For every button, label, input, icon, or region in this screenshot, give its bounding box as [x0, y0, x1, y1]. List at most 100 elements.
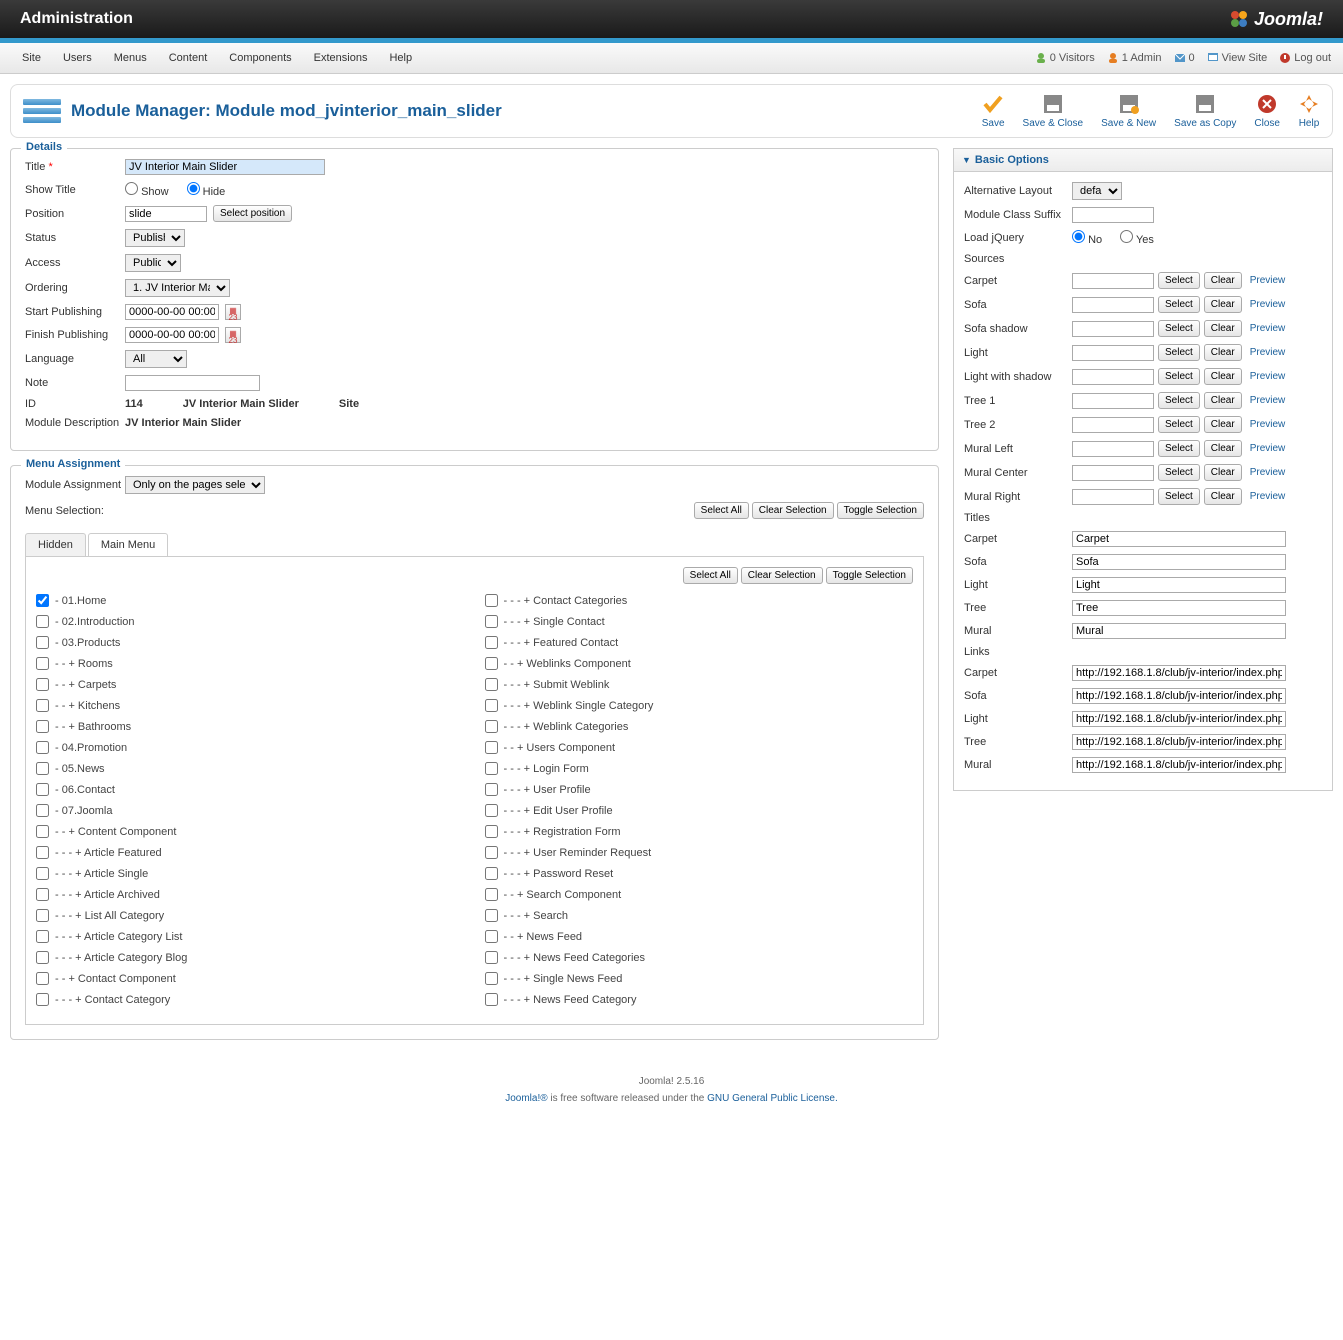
preview-link[interactable]: Preview: [1250, 299, 1286, 310]
menu-help[interactable]: Help: [379, 48, 422, 68]
footer-joomla-link[interactable]: Joomla!®: [505, 1093, 547, 1104]
link-input[interactable]: [1072, 734, 1286, 750]
link-input[interactable]: [1072, 665, 1286, 681]
clear-button[interactable]: Clear: [1204, 344, 1242, 361]
save-new-button[interactable]: Save & New: [1101, 93, 1156, 129]
menu-item-checkbox[interactable]: - - - + Password Reset: [485, 867, 914, 880]
preview-link[interactable]: Preview: [1250, 467, 1286, 478]
menu-item-checkbox[interactable]: - - - + Article Single: [36, 867, 465, 880]
menu-item-checkbox[interactable]: - - - + News Feed Categories: [485, 951, 914, 964]
title-text-input[interactable]: [1072, 577, 1286, 593]
toggle-selection-button[interactable]: Toggle Selection: [837, 502, 924, 519]
suffix-input[interactable]: [1072, 207, 1154, 223]
inner-select-all-button[interactable]: Select All: [683, 567, 738, 584]
accordion-header[interactable]: ▼ Basic Options: [954, 149, 1332, 172]
clear-button[interactable]: Clear: [1204, 272, 1242, 289]
access-select[interactable]: Public: [125, 254, 181, 272]
menu-item-checkbox[interactable]: - - + Carpets: [36, 678, 465, 691]
logout-link[interactable]: Log out: [1279, 52, 1331, 64]
menu-item-checkbox[interactable]: - 02.Introduction: [36, 615, 465, 628]
menu-components[interactable]: Components: [219, 48, 301, 68]
preview-link[interactable]: Preview: [1250, 275, 1286, 286]
menu-item-checkbox[interactable]: - 05.News: [36, 762, 465, 775]
menu-item-checkbox[interactable]: - - + Content Component: [36, 825, 465, 838]
menu-item-checkbox[interactable]: - - - + Weblink Single Category: [485, 699, 914, 712]
menu-item-checkbox[interactable]: - - - + Weblink Categories: [485, 720, 914, 733]
loadjq-no-radio[interactable]: No: [1072, 230, 1102, 246]
menu-item-checkbox[interactable]: - - + Bathrooms: [36, 720, 465, 733]
source-input[interactable]: [1072, 369, 1154, 385]
select-button[interactable]: Select: [1158, 440, 1200, 457]
clear-button[interactable]: Clear: [1204, 440, 1242, 457]
menu-extensions[interactable]: Extensions: [304, 48, 378, 68]
clear-button[interactable]: Clear: [1204, 464, 1242, 481]
save-copy-button[interactable]: Save as Copy: [1174, 93, 1236, 129]
menu-content[interactable]: Content: [159, 48, 218, 68]
note-input[interactable]: [125, 375, 260, 391]
title-text-input[interactable]: [1072, 600, 1286, 616]
messages-status[interactable]: 0: [1174, 52, 1195, 64]
menu-item-checkbox[interactable]: - - - + Single News Feed: [485, 972, 914, 985]
menu-item-checkbox[interactable]: - - + Contact Component: [36, 972, 465, 985]
loadjq-yes-radio[interactable]: Yes: [1120, 230, 1154, 246]
tab-hidden[interactable]: Hidden: [25, 533, 86, 556]
select-button[interactable]: Select: [1158, 488, 1200, 505]
link-input[interactable]: [1072, 688, 1286, 704]
clear-button[interactable]: Clear: [1204, 416, 1242, 433]
menu-item-checkbox[interactable]: - 03.Products: [36, 636, 465, 649]
close-button[interactable]: Close: [1254, 93, 1280, 129]
menu-item-checkbox[interactable]: - - + Weblinks Component: [485, 657, 914, 670]
menu-item-checkbox[interactable]: - - + Rooms: [36, 657, 465, 670]
menu-item-checkbox[interactable]: - - - + User Profile: [485, 783, 914, 796]
ordering-select[interactable]: 1. JV Interior Main Slider: [125, 279, 230, 297]
select-button[interactable]: Select: [1158, 296, 1200, 313]
menu-item-checkbox[interactable]: - - + News Feed: [485, 930, 914, 943]
help-button[interactable]: Help: [1298, 93, 1320, 129]
select-button[interactable]: Select: [1158, 320, 1200, 337]
menu-item-checkbox[interactable]: - 07.Joomla: [36, 804, 465, 817]
footer-license-link[interactable]: GNU General Public License.: [707, 1093, 838, 1104]
source-input[interactable]: [1072, 393, 1154, 409]
clear-button[interactable]: Clear: [1204, 392, 1242, 409]
position-input[interactable]: [125, 206, 207, 222]
select-button[interactable]: Select: [1158, 344, 1200, 361]
status-select[interactable]: Published: [125, 229, 185, 247]
title-input[interactable]: [125, 159, 325, 175]
clear-button[interactable]: Clear: [1204, 368, 1242, 385]
select-button[interactable]: Select: [1158, 368, 1200, 385]
inner-toggle-selection-button[interactable]: Toggle Selection: [826, 567, 913, 584]
title-text-input[interactable]: [1072, 554, 1286, 570]
inner-clear-selection-button[interactable]: Clear Selection: [741, 567, 823, 584]
menu-item-checkbox[interactable]: - - - + Single Contact: [485, 615, 914, 628]
menu-item-checkbox[interactable]: - - - + List All Category: [36, 909, 465, 922]
select-all-button[interactable]: Select All: [694, 502, 749, 519]
assign-select[interactable]: Only on the pages selected: [125, 476, 265, 494]
menu-item-checkbox[interactable]: - - - + Article Featured: [36, 846, 465, 859]
link-input[interactable]: [1072, 757, 1286, 773]
title-text-input[interactable]: [1072, 531, 1286, 547]
menu-item-checkbox[interactable]: - - - + News Feed Category: [485, 993, 914, 1006]
tab-main-menu[interactable]: Main Menu: [88, 533, 168, 556]
select-button[interactable]: Select: [1158, 416, 1200, 433]
source-input[interactable]: [1072, 345, 1154, 361]
source-input[interactable]: [1072, 489, 1154, 505]
language-select[interactable]: All: [125, 350, 187, 368]
view-site-link[interactable]: View Site: [1207, 52, 1268, 64]
source-input[interactable]: [1072, 465, 1154, 481]
clear-button[interactable]: Clear: [1204, 488, 1242, 505]
calendar-icon[interactable]: ▦23: [225, 304, 241, 320]
source-input[interactable]: [1072, 297, 1154, 313]
source-input[interactable]: [1072, 417, 1154, 433]
menu-users[interactable]: Users: [53, 48, 102, 68]
preview-link[interactable]: Preview: [1250, 491, 1286, 502]
menu-item-checkbox[interactable]: - - - + Search: [485, 909, 914, 922]
source-input[interactable]: [1072, 273, 1154, 289]
finishpub-input[interactable]: [125, 327, 219, 343]
save-close-button[interactable]: Save & Close: [1023, 93, 1084, 129]
source-input[interactable]: [1072, 321, 1154, 337]
menu-item-checkbox[interactable]: - - - + Edit User Profile: [485, 804, 914, 817]
preview-link[interactable]: Preview: [1250, 395, 1286, 406]
menu-item-checkbox[interactable]: - - - + Login Form: [485, 762, 914, 775]
menu-site[interactable]: Site: [12, 48, 51, 68]
menu-item-checkbox[interactable]: - - - + Article Category Blog: [36, 951, 465, 964]
